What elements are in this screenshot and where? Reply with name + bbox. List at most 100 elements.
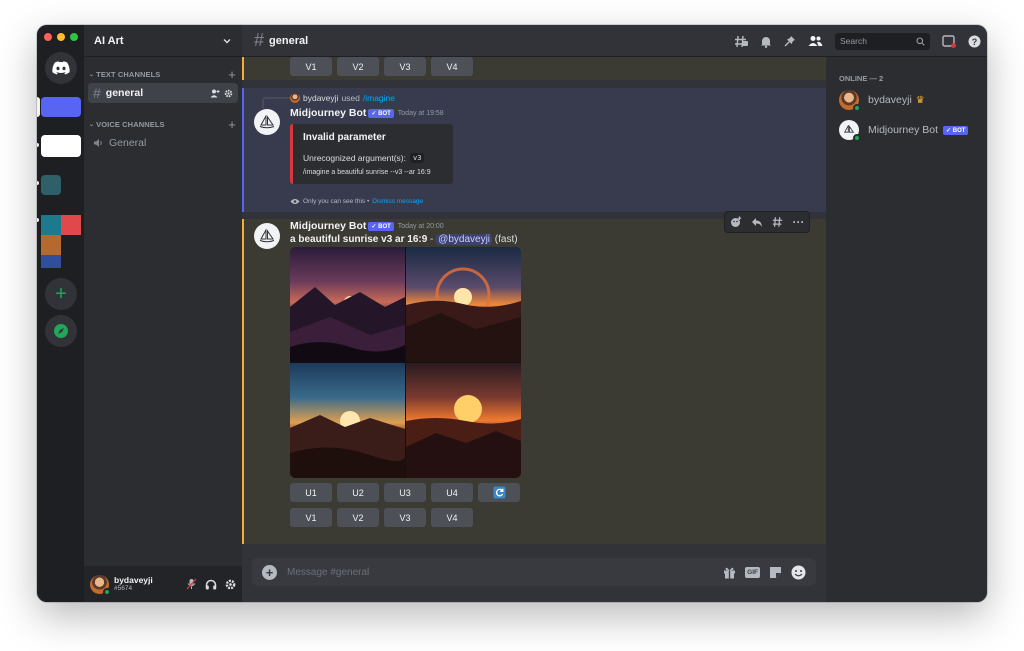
threads-icon[interactable] [734, 35, 748, 48]
gear-icon[interactable] [224, 89, 233, 98]
add-reaction-icon[interactable] [730, 216, 742, 228]
variation-button-3[interactable]: V3 [384, 508, 426, 527]
variation-button-3[interactable]: V3 [384, 57, 426, 76]
user-mention[interactable]: @bydaveyji [436, 234, 493, 245]
add-server-button[interactable]: + [45, 278, 77, 310]
category-chevron-icon: ⌄ [89, 71, 95, 78]
hash-icon: # [93, 85, 101, 101]
landscape-image-3 [290, 411, 405, 478]
embed-code: v3 [410, 153, 425, 163]
upscale-button-3[interactable]: U3 [384, 483, 426, 502]
landscape-image-1 [290, 287, 405, 362]
search-input[interactable]: Search [835, 32, 930, 50]
text-channels-category[interactable]: ⌄ TEXT CHANNELS + [84, 67, 242, 82]
category-label: VOICE CHANNELS [96, 119, 165, 129]
help-icon[interactable]: ? [968, 35, 981, 48]
avatar [839, 90, 861, 112]
member-name: bydaveyji [868, 94, 912, 106]
server-folder[interactable] [41, 215, 81, 269]
gift-icon[interactable] [723, 566, 736, 579]
image-tile-3[interactable] [290, 363, 405, 478]
message-input[interactable]: Message #general [287, 567, 369, 578]
online-status-icon [853, 134, 861, 142]
gif-button[interactable]: GIF [745, 566, 760, 578]
bot-avatar[interactable] [254, 109, 280, 135]
image-tile-2[interactable] [406, 247, 521, 362]
server-icon-3[interactable] [41, 175, 61, 195]
embed-command: /imagine a beautiful sunrise --v3 --ar 1… [303, 169, 431, 176]
image-tile-4[interactable] [406, 363, 521, 478]
reroll-button[interactable] [478, 483, 520, 502]
emoji-icon[interactable] [791, 565, 806, 580]
member-list: ONLINE — 2 bydaveyji ♛ Midjourney Bot ✓ … [826, 57, 987, 602]
server-name: AI Art [94, 34, 124, 47]
minimize-window-button[interactable] [57, 33, 65, 41]
create-channel-icon[interactable]: + [228, 67, 236, 82]
invite-user-icon[interactable] [210, 89, 220, 98]
previous-message: V1 V2 V3 V4 [242, 57, 826, 80]
upscale-button-4[interactable]: U4 [431, 483, 473, 502]
reply-username[interactable]: bydaveyji [303, 93, 338, 103]
server-icon-2[interactable] [41, 135, 81, 157]
compass-icon [54, 324, 68, 338]
upscale-button-1[interactable]: U1 [290, 483, 332, 502]
upload-plus-button[interactable]: + [262, 564, 277, 580]
pin-icon[interactable] [784, 35, 796, 48]
hash-icon: # [254, 30, 265, 50]
member-item[interactable]: Midjourney Bot ✓ BOT [826, 119, 987, 142]
members-heading: ONLINE — 2 [839, 74, 884, 83]
sticker-icon[interactable] [769, 566, 782, 579]
image-tile-1[interactable] [290, 247, 405, 362]
create-channel-icon[interactable]: + [228, 117, 236, 132]
landscape-image-4 [406, 395, 521, 478]
speaker-icon [94, 139, 102, 147]
voice-channel-general[interactable]: General [88, 133, 238, 153]
server-header[interactable]: AI Art [84, 25, 242, 57]
username: bydaveyji [114, 574, 153, 585]
reply-used-text: used [341, 93, 360, 103]
channel-general[interactable]: # general [88, 83, 238, 103]
eye-icon [290, 199, 300, 204]
explore-servers-button[interactable] [45, 315, 77, 347]
member-name: Midjourney Bot [868, 124, 939, 136]
member-item[interactable]: bydaveyji ♛ [826, 89, 987, 112]
discord-logo-icon [52, 61, 70, 75]
zoom-window-button[interactable] [70, 33, 78, 41]
variation-button-4[interactable]: V4 [431, 508, 473, 527]
variation-button-4[interactable]: V4 [431, 57, 473, 76]
crown-icon: ♛ [915, 94, 925, 106]
variation-button-2[interactable]: V2 [337, 508, 379, 527]
message-composer: + Message #general GIF [252, 558, 816, 586]
author-name[interactable]: Midjourney Bot [290, 107, 366, 119]
create-thread-icon[interactable] [772, 216, 784, 228]
mute-microphone-icon[interactable] [186, 578, 197, 590]
upscale-button-2[interactable]: U2 [337, 483, 379, 502]
user-tag: #5674 [114, 584, 133, 592]
author-name[interactable]: Midjourney Bot [290, 220, 366, 232]
search-icon [916, 36, 925, 46]
headphones-icon[interactable] [205, 579, 217, 590]
discord-home-button[interactable] [45, 52, 77, 84]
variation-button-1[interactable]: V1 [290, 508, 332, 527]
voice-channels-category[interactable]: ⌄ VOICE CHANNELS + [84, 117, 242, 132]
server-icon-1[interactable] [41, 97, 81, 117]
notification-bell-icon[interactable] [760, 35, 772, 48]
user-settings-gear-icon[interactable] [225, 579, 236, 590]
embed-title: Invalid parameter [303, 132, 386, 143]
bot-avatar[interactable] [254, 223, 280, 249]
unread-indicator [37, 143, 39, 147]
online-status-icon [853, 104, 861, 112]
reply-icon[interactable] [751, 217, 763, 228]
variation-button-1[interactable]: V1 [290, 57, 332, 76]
variation-button-2[interactable]: V2 [337, 57, 379, 76]
unread-indicator [37, 181, 39, 185]
dismiss-message-link[interactable]: Dismiss message [372, 198, 423, 205]
member-list-icon[interactable] [808, 35, 823, 47]
avatar[interactable] [90, 574, 111, 596]
close-window-button[interactable] [44, 33, 52, 41]
reply-command[interactable]: /imagine [363, 93, 395, 103]
image-grid[interactable] [290, 247, 521, 478]
inbox-icon[interactable] [942, 34, 956, 48]
more-options-icon[interactable]: ··· [793, 216, 805, 228]
user-panel: bydaveyji #5674 [84, 566, 242, 602]
